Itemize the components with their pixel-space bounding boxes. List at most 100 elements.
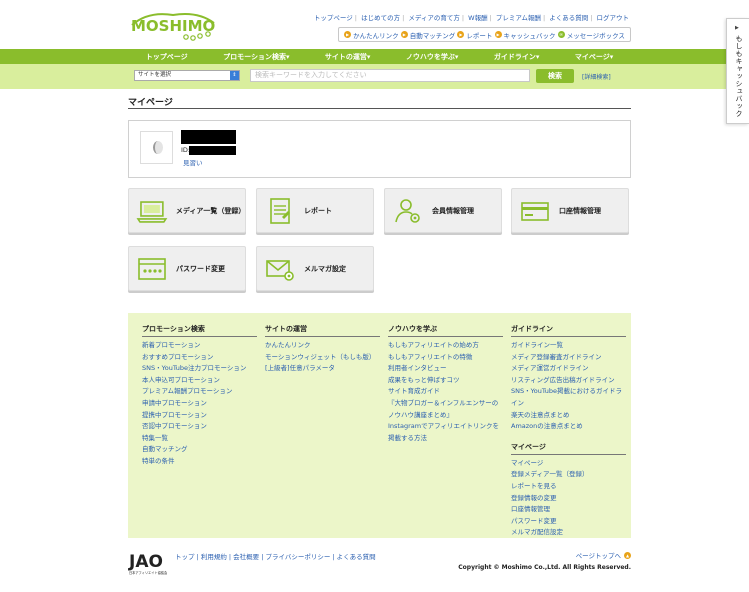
- document-icon: [270, 197, 290, 224]
- bank-info-card[interactable]: 口座情報管理: [511, 188, 629, 233]
- moshimo-logo[interactable]: MOSHIMO: [128, 9, 218, 41]
- nav-mypage[interactable]: マイページ▾: [575, 52, 613, 62]
- toplink-beginner[interactable]: はじめての方: [359, 14, 402, 22]
- flag-icon: ✉: [557, 31, 565, 38]
- footer-link[interactable]: もしもアフィリエイトの始め方: [388, 340, 503, 352]
- header: MOSHIMO トップページ | はじめての方 | メディアの育て方 | W報酬 | プ…: [0, 0, 749, 48]
- cashback-button[interactable]: ▶ キャッシュバック: [494, 30, 556, 40]
- arrow-right-icon: ▶: [735, 25, 739, 31]
- main-nav: トップページ プロモーション検索▾ サイトの運営▾ ノウハウを学ぶ▾ ガイドライ…: [128, 49, 631, 64]
- footer-link[interactable]: [上級者]任意パラメータ: [265, 363, 380, 375]
- footer-link[interactable]: 登録情報の変更: [511, 493, 626, 505]
- arrow-right-icon: ▶: [457, 31, 465, 38]
- envelope-gear-icon: [266, 259, 294, 281]
- copyright: Copyright © Moshimo Co.,Ltd. All Rights …: [458, 564, 631, 571]
- footer-link[interactable]: SNS・YouTube注力プロモーション: [142, 363, 257, 375]
- footer-link[interactable]: かんたんリンク: [265, 340, 380, 352]
- footer-link[interactable]: ガイドライン一覧: [511, 340, 626, 352]
- advanced-search-link[interactable]: [詳細検索]: [582, 72, 611, 81]
- nav-knowhow[interactable]: ノウハウを学ぶ▾: [406, 52, 459, 62]
- footer-link[interactable]: 掲載する方法: [388, 433, 503, 445]
- laptop-icon: [136, 200, 168, 223]
- footer-link[interactable]: マイページ: [511, 458, 626, 470]
- footer-link[interactable]: 否認中プロモーション: [142, 421, 257, 433]
- nav-top[interactable]: トップページ: [146, 52, 188, 62]
- jao-logo[interactable]: JAO 日本アフィリエイト協議会: [128, 548, 168, 576]
- footer-col-knowhow: ノウハウを学ぶ もしもアフィリエイトの始め方 もしもアフィリエイトの特徴 利用者…: [388, 324, 503, 444]
- arrow-right-icon: ▶: [494, 31, 502, 38]
- svg-text:日本アフィリエイト協議会: 日本アフィリエイト協議会: [129, 570, 168, 575]
- footer-link[interactable]: 口座情報管理: [511, 504, 626, 516]
- nav-guideline[interactable]: ガイドライン▾: [494, 52, 540, 62]
- footer-link[interactable]: レポートを見る: [511, 481, 626, 493]
- nav-promotion-search[interactable]: プロモーション検索▾: [223, 52, 289, 62]
- footer-link[interactable]: 楽天の注意点まとめ: [511, 410, 626, 422]
- footer-link[interactable]: モーションウィジェット（もしも版）: [265, 352, 380, 364]
- toplink-media-guide[interactable]: メディアの育て方: [406, 14, 462, 22]
- quick-links: ▶ かんたんリンク ▶ 自動マッチング ▶ レポート ▶ キャッシュバック ✉ メッセージ…: [338, 27, 631, 42]
- member-info-card[interactable]: 会員情報管理: [384, 188, 502, 233]
- footer-link[interactable]: メディア登録審査ガイドライン: [511, 352, 626, 364]
- footer-link[interactable]: 特集一覧: [142, 433, 257, 445]
- footer-link[interactable]: Amazonの注意点まとめ: [511, 421, 626, 433]
- footer-link[interactable]: メディア運営ガイドライン: [511, 363, 626, 375]
- auto-matching-button[interactable]: ▶ 自動マッチング: [400, 30, 455, 40]
- footer-link[interactable]: 登録メディア一覧（登録）: [511, 469, 626, 481]
- footer-heading: ガイドライン: [511, 324, 626, 337]
- password-change-card[interactable]: パスワード変更: [128, 246, 246, 291]
- nav-site-management[interactable]: サイトの運営▾: [325, 52, 371, 62]
- logout-link[interactable]: ログアウト: [595, 14, 632, 22]
- footer-col-site: サイトの運営 かんたんリンク モーションウィジェット（もしも版） [上級者]任意…: [265, 324, 380, 375]
- svg-text:MOSHIMO: MOSHIMO: [131, 17, 215, 35]
- easy-link-button[interactable]: ▶ かんたんリンク: [344, 30, 399, 40]
- footer-link[interactable]: 新着プロモーション: [142, 340, 257, 352]
- footer-link[interactable]: パスワード変更: [511, 516, 626, 528]
- footer-link[interactable]: 提携中プロモーション: [142, 410, 257, 422]
- footer-link[interactable]: リスティング広告出稿ガイドライン: [511, 375, 626, 387]
- top-links: トップページ | はじめての方 | メディアの育て方 | W報酬 | プレミアム報酬 | …: [312, 14, 632, 22]
- page-bottom: JAO 日本アフィリエイト協議会 トップ | 利用規約 | 会社概要 | プライ…: [128, 546, 631, 576]
- bottom-links[interactable]: トップ | 利用規約 | 会社概要 | プライバシーポリシー | よくある質問: [175, 551, 376, 561]
- report-button[interactable]: ▶ レポート: [457, 30, 492, 40]
- mail-magazine-card[interactable]: メルマガ設定: [256, 246, 374, 291]
- page-title: マイページ: [128, 95, 631, 109]
- footer-heading: マイページ: [511, 442, 626, 455]
- footer-link[interactable]: おすすめプロモーション: [142, 352, 257, 364]
- toplink-premium-reward[interactable]: プレミアム報酬: [494, 14, 543, 22]
- redacted-username: [181, 130, 236, 144]
- redacted-id: [189, 146, 236, 155]
- footer-sitemap: プロモーション検索 新着プロモーション おすすめプロモーション SNS・YouT…: [128, 313, 631, 538]
- footer-link[interactable]: 利用者インタビュー: [388, 363, 503, 375]
- search-input[interactable]: 検索キーワードを入力してください: [250, 69, 530, 82]
- media-list-card[interactable]: メディア一覧（登録）: [128, 188, 246, 233]
- toplink-faq[interactable]: よくある質問: [547, 14, 590, 22]
- footer-link[interactable]: Instagramでアフィリエイトリンクを: [388, 421, 503, 433]
- footer-link[interactable]: 自動マッチング: [142, 444, 257, 456]
- footer-link[interactable]: メルマガ配信設定: [511, 527, 626, 539]
- profile-box: ID: 見習い: [128, 120, 631, 178]
- site-select[interactable]: サイトを選択 ⇕: [134, 70, 240, 81]
- footer-link[interactable]: 成果をもっと伸ばすコツ: [388, 375, 503, 387]
- footer-link[interactable]: 『大物ブロガー＆インフルエンサーの: [388, 398, 503, 410]
- footer-link[interactable]: サイト育成ガイド: [388, 386, 503, 398]
- cashback-side-tab[interactable]: ▶ もしもキャッシュバック: [726, 18, 749, 124]
- footer-heading: ノウハウを学ぶ: [388, 324, 503, 337]
- search-button[interactable]: 検索: [536, 69, 574, 83]
- footer-link[interactable]: SNS・YouTube掲載におけるガイドラ: [511, 386, 626, 398]
- footer-link[interactable]: 特単の条件: [142, 456, 257, 468]
- user-gear-icon: [395, 198, 420, 223]
- toplink-w-reward[interactable]: W報酬: [466, 14, 489, 22]
- footer-link[interactable]: 申請中プロモーション: [142, 398, 257, 410]
- report-card[interactable]: レポート: [256, 188, 374, 233]
- toplink-top[interactable]: トップページ: [312, 14, 355, 22]
- footer-heading: プロモーション検索: [142, 324, 257, 337]
- footer-link[interactable]: プレミアム報酬プロモーション: [142, 386, 257, 398]
- footer-link[interactable]: もしもアフィリエイトの特徴: [388, 352, 503, 364]
- page-top-link[interactable]: ページトップへ ▲: [576, 550, 631, 560]
- footer-heading: サイトの運営: [265, 324, 380, 337]
- footer-link[interactable]: ノウハウ講座まとめ』: [388, 410, 503, 422]
- footer-link[interactable]: イン: [511, 398, 626, 410]
- footer-link[interactable]: 本人申込可プロモーション: [142, 375, 257, 387]
- rank-link[interactable]: 見習い: [183, 157, 203, 167]
- message-box-button[interactable]: ✉ メッセージボックス: [557, 30, 625, 40]
